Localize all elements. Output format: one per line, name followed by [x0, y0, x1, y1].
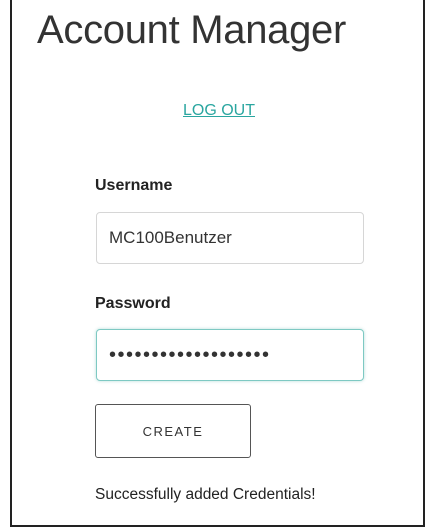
create-button[interactable]: CREATE: [95, 404, 251, 458]
page-title: Account Manager: [37, 8, 347, 52]
username-label: Username: [95, 177, 173, 194]
password-label: Password: [95, 295, 171, 312]
username-field[interactable]: [96, 212, 364, 264]
password-field[interactable]: [96, 329, 364, 381]
logout-link[interactable]: LOG OUT: [183, 101, 255, 121]
status-message: Successfully added Credentials!: [95, 486, 316, 503]
